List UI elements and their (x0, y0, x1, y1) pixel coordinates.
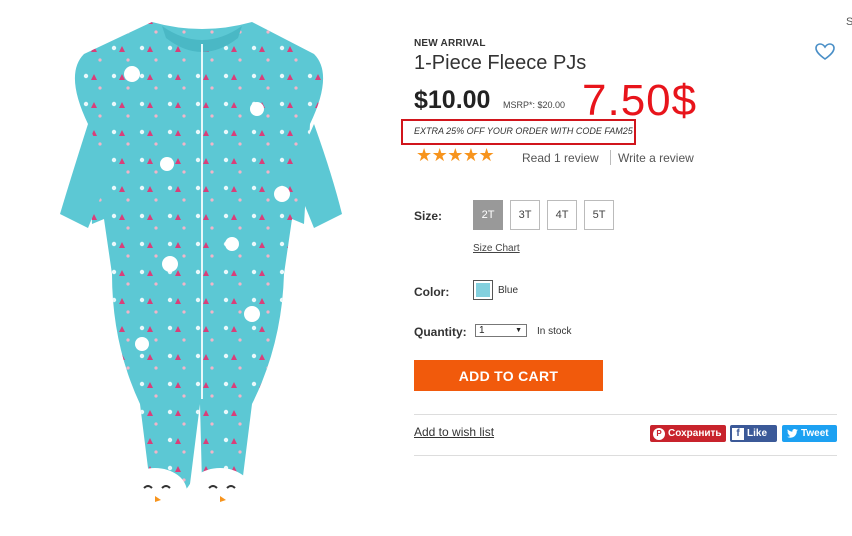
divider-bottom (414, 455, 837, 456)
msrp-price: MSRP*: $20.00 (503, 100, 566, 110)
read-review-link[interactable]: Read 1 review (522, 151, 599, 165)
size-option-2t[interactable]: 2T (473, 200, 503, 230)
twitter-label: Tweet (801, 428, 829, 439)
pinterest-save-button[interactable]: P Сохранить (650, 425, 726, 442)
facebook-label: Like (747, 428, 768, 439)
product-image (52, 14, 352, 526)
corner-text: S (846, 16, 852, 28)
promo-text: EXTRA 25% OFF YOUR ORDER WITH CODE FAM25 (414, 126, 633, 136)
facebook-like-button[interactable]: f Like (730, 425, 777, 442)
size-option-4t[interactable]: 4T (547, 200, 577, 230)
twitter-tweet-button[interactable]: Tweet (782, 425, 837, 442)
stock-status: In stock (537, 326, 572, 337)
size-chart-link[interactable]: Size Chart (473, 243, 520, 254)
quantity-select[interactable]: 1 ▼ (475, 324, 527, 337)
product-price: $10.00 (414, 86, 491, 114)
quantity-label: Quantity: (414, 325, 467, 339)
twitter-bird-icon (786, 428, 798, 440)
review-separator (610, 150, 611, 165)
size-option-3t[interactable]: 3T (510, 200, 540, 230)
chevron-down-icon: ▼ (515, 327, 522, 334)
size-option-5t[interactable]: 5T (584, 200, 614, 230)
favorite-heart-icon[interactable] (815, 43, 835, 66)
new-arrival-badge: NEW ARRIVAL (414, 38, 486, 49)
product-title: 1-Piece Fleece PJs (414, 52, 587, 74)
rating-stars[interactable]: ★★★★★ (416, 145, 495, 166)
color-swatch-blue[interactable] (473, 280, 493, 300)
divider-top (414, 414, 837, 415)
color-name: Blue (498, 285, 519, 296)
color-label: Color: (414, 285, 450, 299)
add-to-wishlist-link[interactable]: Add to wish list (414, 425, 494, 439)
pinterest-label: Сохранить (668, 428, 722, 439)
add-to-cart-button[interactable]: ADD TO CART (414, 360, 603, 391)
pinterest-icon: P (653, 427, 665, 440)
quantity-value: 1 (479, 325, 485, 336)
size-label: Size: (414, 209, 443, 223)
facebook-icon: f (732, 427, 744, 440)
write-review-link[interactable]: Write a review (618, 151, 694, 165)
